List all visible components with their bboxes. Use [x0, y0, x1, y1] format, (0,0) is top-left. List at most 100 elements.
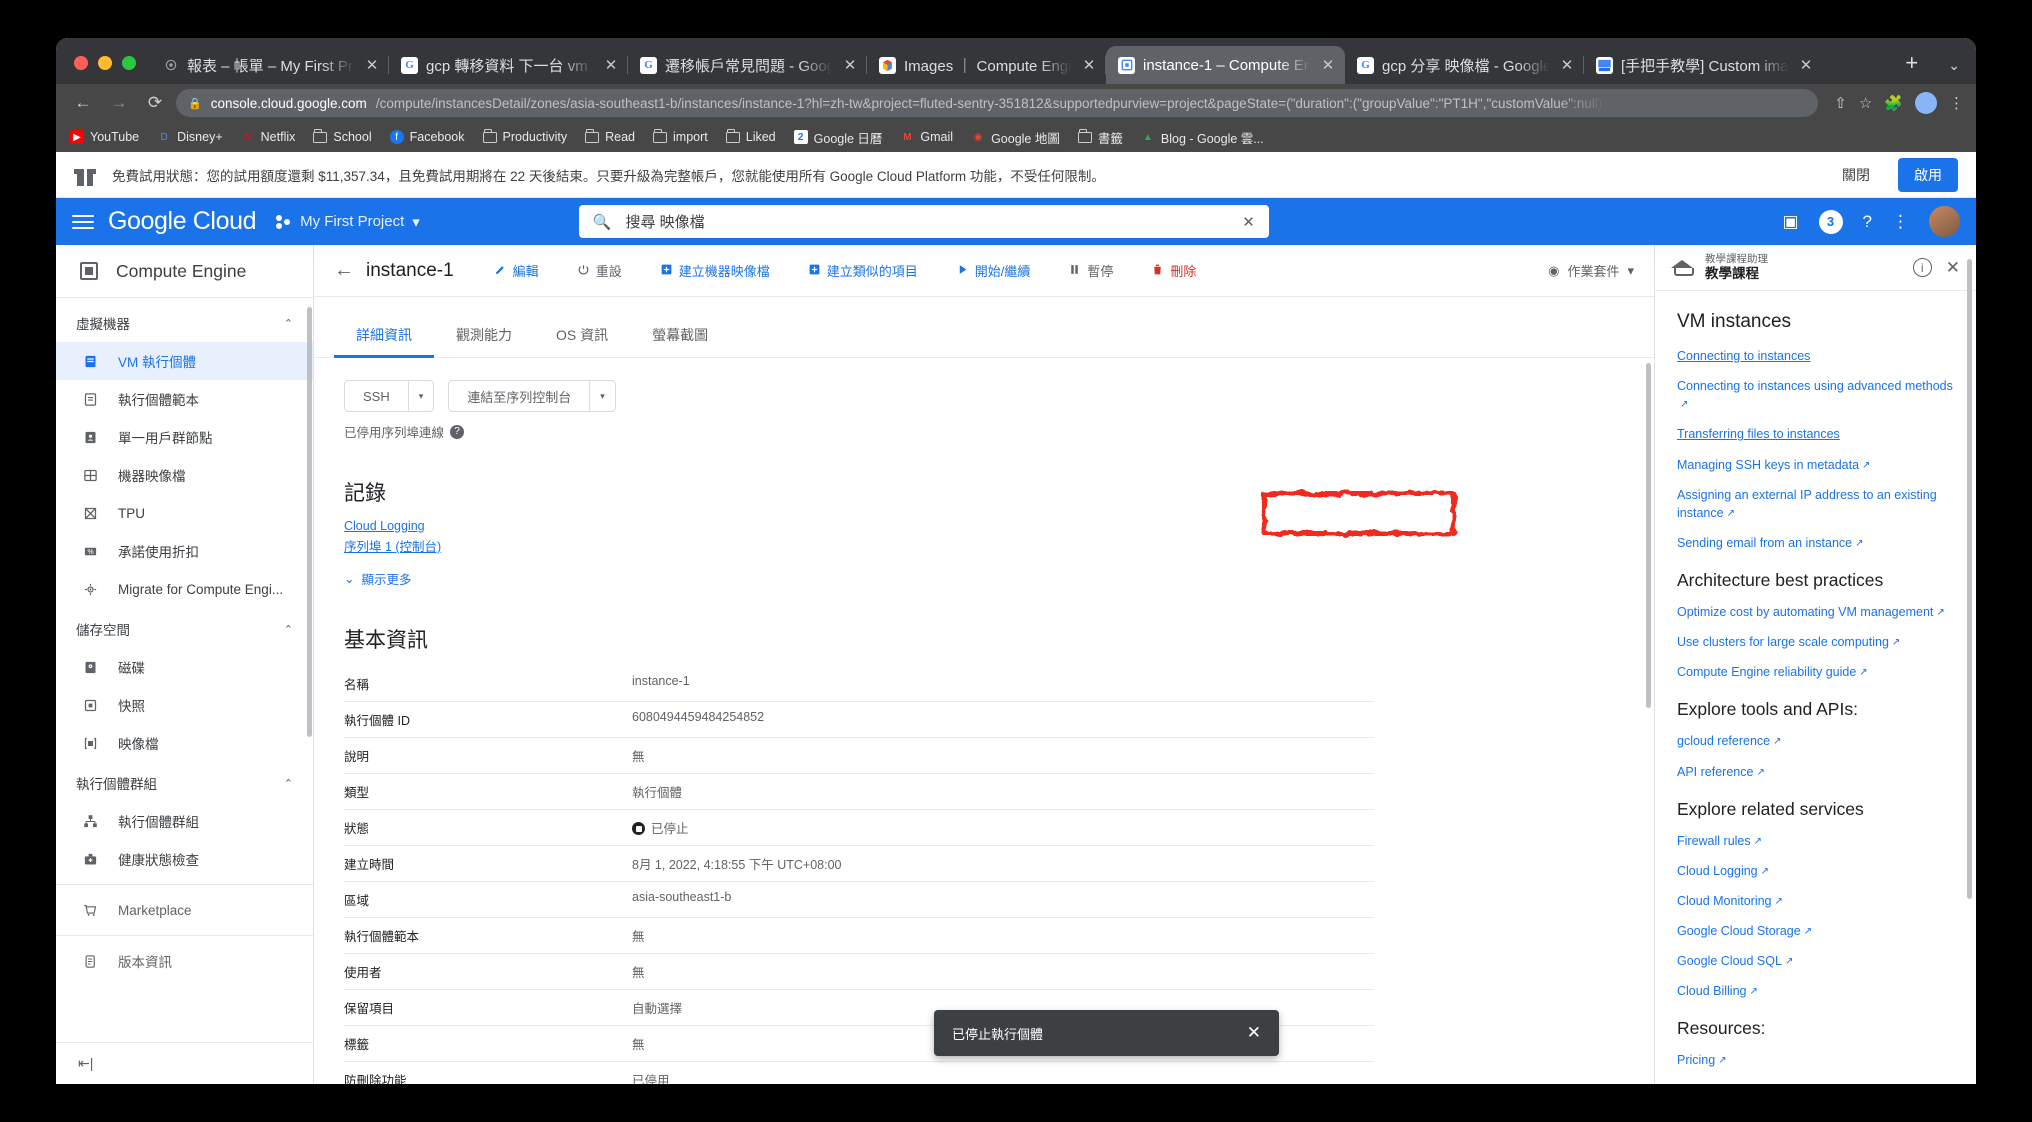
snackbar-close-button[interactable]: ✕	[1247, 1023, 1261, 1043]
close-tab-icon[interactable]: ✕	[602, 56, 620, 74]
close-window-button[interactable]	[74, 56, 88, 70]
close-tab-icon[interactable]: ✕	[841, 56, 859, 74]
tutorial-link[interactable]: Connecting to instances	[1677, 347, 1954, 365]
browser-tab[interactable]: 報表 – 帳單 – My First Project - ✕	[150, 46, 389, 84]
forward-button[interactable]: →	[104, 88, 134, 118]
tab-螢幕截圖[interactable]: 螢幕截圖	[630, 311, 730, 357]
tutorial-link[interactable]: Google Cloud Storage ↗	[1677, 922, 1954, 940]
search-clear-icon[interactable]: ✕	[1242, 213, 1255, 231]
sidebar-item-tpu[interactable]: TPU	[56, 494, 313, 532]
cloud-logging-link[interactable]: Cloud Logging	[344, 519, 1626, 533]
serial-port-link[interactable]: 序列埠 1 (控制台)	[344, 536, 1626, 555]
info-icon[interactable]: i	[1912, 258, 1932, 277]
sidebar-item-health-check[interactable]: 健康狀態檢查	[56, 840, 313, 878]
close-tab-icon[interactable]: ✕	[1080, 56, 1098, 74]
sidebar-item-instance-template[interactable]: 執行個體範本	[56, 380, 313, 418]
share-icon[interactable]: ⇧	[1834, 94, 1847, 112]
window-traffic-lights[interactable]	[64, 56, 150, 84]
sidebar-item-migrate[interactable]: Migrate for Compute Engi...	[56, 570, 313, 608]
bookmark-item[interactable]: 2 Google 日曆	[793, 128, 882, 147]
close-tab-icon[interactable]: ✕	[1319, 56, 1337, 74]
bookmark-item[interactable]: import	[653, 129, 708, 144]
sidebar-scrollbar[interactable]	[307, 307, 312, 737]
tab-詳細資訊[interactable]: 詳細資訊	[334, 311, 434, 358]
sidebar-group-header[interactable]: 虛擬機器 ⌃	[56, 302, 313, 342]
browser-tab[interactable]: [手把手教學] Custom image 客製 ✕	[1584, 46, 1823, 84]
sidebar-item-disk[interactable]: 磁碟	[56, 648, 313, 686]
tab-OS 資訊[interactable]: OS 資訊	[534, 311, 630, 357]
navigation-menu-icon[interactable]	[72, 214, 94, 229]
browser-tab[interactable]: G gcp 轉移資料 下一台 vm - Goog ✕	[389, 46, 628, 84]
bookmark-item[interactable]: f Facebook	[389, 130, 465, 144]
cloud-shell-icon[interactable]: ▣	[1782, 212, 1798, 232]
minimize-window-button[interactable]	[98, 56, 112, 70]
notifications-badge[interactable]: 3	[1818, 209, 1843, 234]
ssh-button[interactable]: SSH ▾	[344, 380, 435, 412]
sidebar-item-marketplace[interactable]: Marketplace	[56, 891, 313, 929]
new-tab-button[interactable]: +	[1891, 50, 1932, 84]
reload-button[interactable]: ⟳	[140, 88, 170, 118]
browser-tab[interactable]: G 遷移帳戶常見問題 - Google Clou ✕	[628, 46, 867, 84]
bookmark-item[interactable]: N Netflix	[241, 130, 295, 144]
tutorial-link[interactable]: Transferring files to instances	[1677, 425, 1954, 443]
star-icon[interactable]: ☆	[1859, 94, 1872, 112]
plus-box-action-button[interactable]: 建立類似的項目	[796, 255, 930, 286]
sidebar-item-vm-instance[interactable]: VM 執行個體	[56, 342, 313, 380]
extensions-icon[interactable]: 🧩	[1884, 94, 1903, 112]
help-icon[interactable]: ?	[450, 424, 465, 439]
main-scrollbar[interactable]	[1646, 363, 1651, 708]
tutorial-link[interactable]: Sending email from an instance ↗	[1677, 534, 1954, 552]
pause-action-button[interactable]: 暫停	[1056, 255, 1125, 286]
serial-console-button[interactable]: 連結至序列控制台 ▾	[448, 380, 616, 412]
sidebar-collapse-button[interactable]: ⇤|	[56, 1042, 313, 1084]
google-cloud-logo[interactable]: Google Cloud	[108, 207, 256, 236]
chevron-down-icon[interactable]: ▾	[409, 381, 434, 411]
trial-dismiss-button[interactable]: 關閉	[1830, 159, 1882, 191]
tutorial-link[interactable]: Managing SSH keys in metadata ↗	[1677, 456, 1954, 474]
close-tab-icon[interactable]: ✕	[1797, 56, 1815, 74]
tutorial-link[interactable]: Optimize cost by automating VM managemen…	[1677, 603, 1954, 621]
bookmark-item[interactable]: ◉ Google 地圖	[971, 128, 1060, 147]
trial-upgrade-button[interactable]: 啟用	[1898, 157, 1958, 192]
tutorial-link[interactable]: Assigning an external IP address to an e…	[1677, 486, 1954, 522]
sidebar-item-image[interactable]: 映像檔	[56, 724, 313, 762]
profile-avatar[interactable]	[1915, 92, 1937, 114]
pencil-action-button[interactable]: 編輯	[482, 255, 551, 286]
bookmark-item[interactable]: Productivity	[482, 129, 567, 144]
kebab-menu-icon[interactable]: ⋮	[1892, 212, 1909, 232]
maximize-window-button[interactable]	[122, 56, 136, 70]
sidebar-group-header[interactable]: 儲存空間 ⌃	[56, 608, 313, 648]
tutorial-link[interactable]: API reference ↗	[1677, 763, 1954, 781]
sidebar-item-sole-tenant[interactable]: 單一用戶群節點	[56, 418, 313, 456]
play-action-button[interactable]: 開始/繼續	[944, 255, 1043, 286]
browser-tab[interactable]: Images ｜ Compute Engine Doc ✕	[867, 46, 1106, 84]
account-avatar[interactable]	[1929, 206, 1960, 237]
tutorial-link[interactable]: Resource quotas↗	[1677, 1082, 1954, 1085]
sidebar-item-discount[interactable]: % 承諾使用折扣	[56, 532, 313, 570]
help-icon[interactable]: ?	[1863, 212, 1872, 232]
address-bar[interactable]: 🔒 console.cloud.google.com /compute/inst…	[176, 89, 1819, 117]
sidebar-item-machine-image[interactable]: 機器映像檔	[56, 456, 313, 494]
sidebar-group-header[interactable]: 執行個體群組 ⌃	[56, 762, 313, 802]
search-input[interactable]: 搜尋 映像檔	[626, 211, 1229, 232]
close-tab-icon[interactable]: ✕	[363, 56, 381, 74]
bookmark-item[interactable]: Read	[585, 129, 635, 144]
tutorial-link[interactable]: Pricing ↗	[1677, 1051, 1954, 1069]
tab-觀測能力[interactable]: 觀測能力	[434, 311, 534, 357]
tutorial-link[interactable]: Cloud Billing ↗	[1677, 982, 1954, 1000]
browser-tab[interactable]: instance-1 – Compute Engine - ✕	[1106, 46, 1345, 84]
close-icon[interactable]: ✕	[1946, 258, 1960, 278]
bookmark-item[interactable]: ▲ Blog - Google 雲...	[1141, 128, 1264, 147]
show-more-button[interactable]: ⌄ 顯示更多	[344, 569, 1626, 588]
tutorial-link[interactable]: Cloud Logging ↗	[1677, 862, 1954, 880]
ops-suite-menu[interactable]: ◉ 作業套件 ▾	[1548, 261, 1634, 280]
back-button[interactable]: ←	[68, 88, 98, 118]
kebab-menu-icon[interactable]: ⋮	[1949, 94, 1964, 112]
bookmark-item[interactable]: 書籤	[1077, 128, 1123, 147]
tutorial-link[interactable]: Firewall rules ↗	[1677, 832, 1954, 850]
bookmark-item[interactable]: School	[313, 129, 372, 144]
tutorial-link[interactable]: Cloud Monitoring ↗	[1677, 892, 1954, 910]
tutorial-link[interactable]: Connecting to instances using advanced m…	[1677, 377, 1954, 413]
tab-search-chevron-icon[interactable]: ⌄	[1932, 57, 1976, 84]
reset-action-button[interactable]: 重設	[565, 255, 634, 286]
